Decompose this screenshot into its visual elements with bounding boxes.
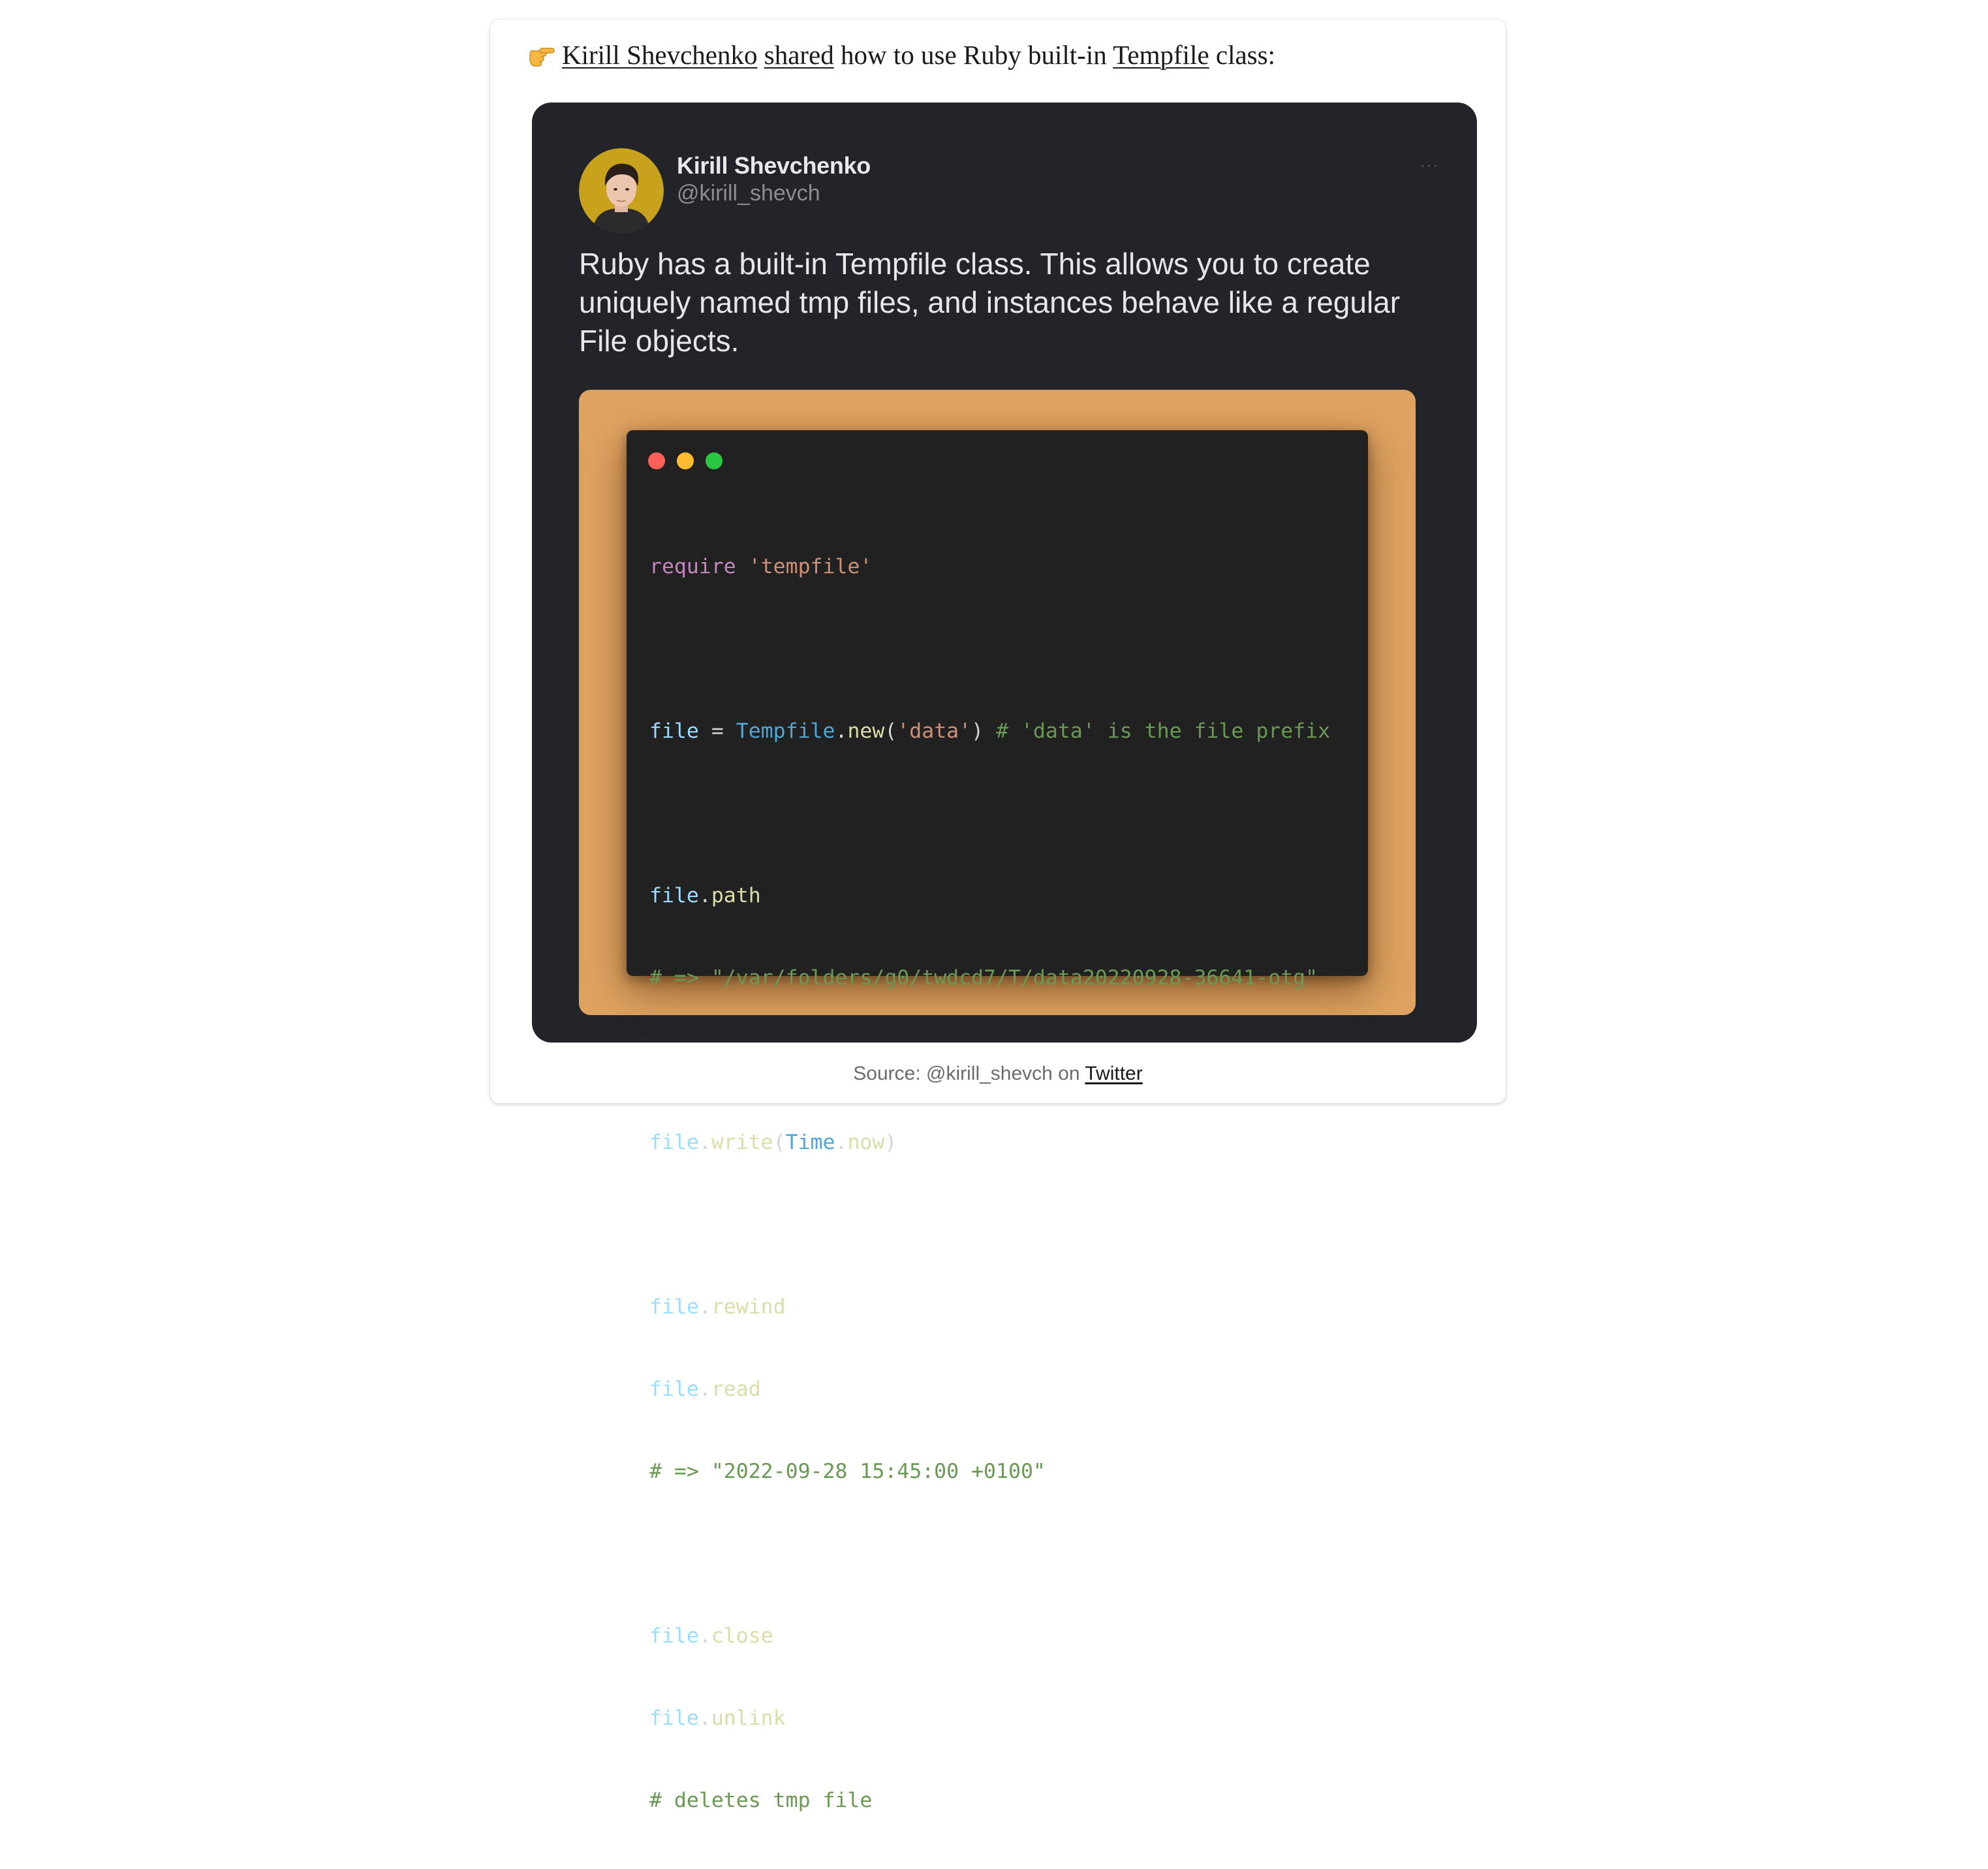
code-line: # => "/var/folders/g0/twdcd7/T/data20220… [649, 966, 1318, 990]
shared-link[interactable]: shared [764, 40, 834, 70]
intro-text-a: how to use Ruby built-in [833, 40, 1113, 70]
code-block: require 'tempfile' file = Tempfile.new('… [649, 498, 1330, 1869]
code-line: require 'tempfile' [649, 555, 873, 578]
tweet-text: Ruby has a built-in Tempfile class. This… [579, 247, 1401, 358]
code-line: file.rewind [649, 1295, 786, 1319]
code-image-frame: require 'tempfile' file = Tempfile.new('… [579, 390, 1416, 1812]
tempfile-link[interactable]: Tempfile [1113, 40, 1209, 70]
avatar[interactable] [579, 148, 664, 233]
code-line: file.unlink [649, 1706, 786, 1730]
twitter-link[interactable]: Twitter [1085, 1063, 1142, 1084]
code-editor-window: require 'tempfile' file = Tempfile.new('… [627, 430, 1368, 1812]
code-line: # deletes tmp file [649, 1789, 873, 1812]
code-line: file.read [649, 1377, 761, 1401]
intro-text-b: class: [1209, 40, 1275, 70]
post-card: Kirill Shevchenko shared how to use Ruby… [490, 20, 1506, 1812]
intro-line: Kirill Shevchenko shared how to use Ruby… [528, 35, 1275, 74]
close-window-dot-icon [648, 452, 665, 469]
code-line: file = Tempfile.new('data') # 'data' is … [649, 719, 1331, 743]
code-line: file.close [649, 1624, 773, 1648]
source-caption: Source: @kirill_shevch on Twitter [490, 1063, 1506, 1085]
tweet-author-handle[interactable]: @kirill_shevch [677, 181, 820, 206]
more-options-icon[interactable]: ··· [1416, 155, 1442, 174]
minimize-window-dot-icon [677, 452, 694, 469]
code-line: # => "2022-09-28 15:45:00 +0100" [649, 1460, 1046, 1483]
source-prefix: Source: @kirill_shevch on [853, 1063, 1085, 1084]
code-line: file.write(Time.now) [649, 1131, 897, 1154]
code-line: file.path [649, 884, 761, 907]
tweet-embed: Kirill Shevchenko @kirill_shevch ··· Rub… [532, 102, 1477, 1812]
pointing-hand-emoji-icon [528, 39, 557, 68]
author-link[interactable]: Kirill Shevchenko [562, 40, 757, 70]
maximize-window-dot-icon [706, 452, 722, 469]
tweet-author-name[interactable]: Kirill Shevchenko [677, 152, 871, 180]
